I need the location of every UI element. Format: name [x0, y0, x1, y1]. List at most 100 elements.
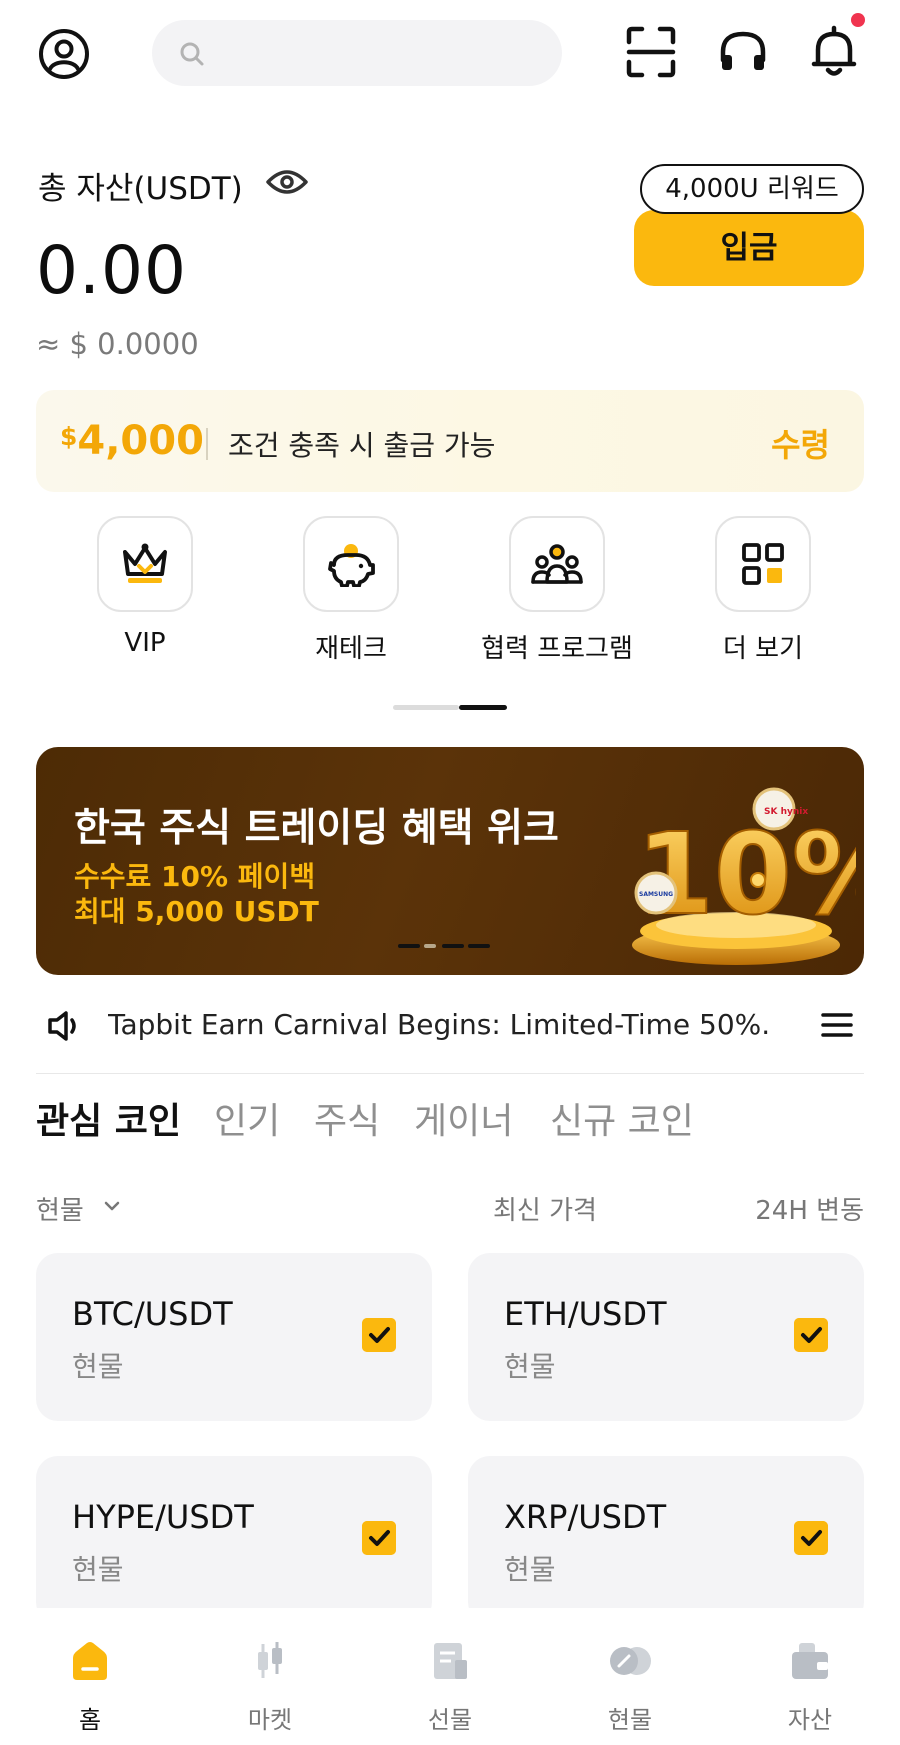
tab-stocks[interactable]: 주식 [314, 1092, 380, 1144]
deposit-button[interactable]: 입금 [634, 210, 864, 286]
withdraw-bonus-banner[interactable]: $4,000 조건 충족 시 출금 가능 수령 [36, 390, 864, 492]
scan-icon[interactable] [626, 26, 676, 78]
banner-dot [442, 944, 464, 948]
top-bar [0, 0, 900, 110]
divider [206, 428, 208, 460]
quick-action-icon-box [97, 516, 193, 612]
market-type-select[interactable]: 현물 [36, 1190, 84, 1227]
eye-icon[interactable] [266, 166, 308, 198]
home-icon [73, 1642, 107, 1680]
search-bar[interactable] [152, 20, 562, 86]
tab-new-coins[interactable]: 신규 코인 [550, 1092, 694, 1144]
banner-title: 한국 주식 트레이딩 혜택 위크 [74, 806, 559, 851]
coin-pair: ETH/USDT [504, 1295, 667, 1333]
headset-icon[interactable] [717, 26, 769, 78]
wallet-icon [792, 1643, 828, 1679]
banner-pager [398, 944, 508, 950]
checkbox-checked-icon[interactable] [794, 1521, 828, 1555]
tab-watchlist[interactable]: 관심 코인 [36, 1092, 181, 1144]
samsung-logo: SAMSUNG [639, 891, 673, 898]
nav-market[interactable]: 마켓 [210, 1638, 330, 1735]
nav-label: 홈 [78, 1706, 102, 1734]
checkbox-checked-icon[interactable] [362, 1318, 396, 1352]
nav-spot[interactable]: 현물 [570, 1638, 690, 1735]
ten-percent-trophy-illustration: 10% SK hynix SAMSUNG [632, 787, 856, 965]
menu-icon[interactable] [820, 1010, 854, 1040]
quick-action-partners[interactable]: 협력 프로그램 [477, 516, 637, 665]
coin-pair: HYPE/USDT [72, 1498, 254, 1536]
nav-label: 선물 [427, 1706, 473, 1734]
nav-label: 현물 [607, 1706, 653, 1734]
banner-subtitle: 최대 5,000 USDT [74, 895, 319, 928]
quick-action-more[interactable]: 더 보기 [683, 516, 843, 665]
quick-action-label: 재테크 [315, 634, 387, 664]
spot-icon [610, 1647, 651, 1675]
banner-art-text: 10% [636, 810, 856, 940]
banner-subtitle: 수수료 10% 페이백 [74, 860, 316, 893]
tab-popular[interactable]: 인기 [214, 1092, 280, 1144]
total-assets-fiat: ≈ $ 0.0000 [36, 327, 199, 361]
bonus-amount: $4,000 [60, 418, 204, 464]
reward-badge[interactable]: 4,000U 리워드 [640, 164, 864, 214]
checkbox-checked-icon[interactable] [794, 1318, 828, 1352]
coin-market-type: 현물 [72, 1350, 124, 1383]
crown-icon [123, 543, 167, 583]
nav-futures[interactable]: 선물 [390, 1638, 510, 1735]
pager-indicator-active [459, 705, 507, 710]
nav-assets[interactable]: 자산 [750, 1638, 870, 1735]
nav-home[interactable]: 홈 [30, 1638, 150, 1735]
coin-pair: BTC/USDT [72, 1295, 233, 1333]
piggy-bank-icon [328, 544, 375, 587]
sk-hynix-logo: SK hynix [764, 807, 808, 817]
coin-market-type: 현물 [504, 1553, 556, 1586]
total-assets-value: 0.00 [36, 232, 187, 309]
quick-action-label: 협력 프로그램 [481, 634, 633, 664]
quick-action-icon-box [303, 516, 399, 612]
quick-action-earn[interactable]: 재테크 [271, 516, 431, 665]
search-input[interactable] [216, 34, 546, 72]
quick-actions-pager [393, 705, 507, 711]
coin-card[interactable]: BTC/USDT 현물 [36, 1253, 432, 1421]
coin-pair: XRP/USDT [504, 1498, 667, 1536]
user-circle-icon[interactable] [38, 28, 90, 80]
bonus-currency: $ [60, 422, 78, 451]
search-icon [180, 42, 204, 66]
bonus-amount-value: 4,000 [77, 418, 204, 464]
quick-action-icon-box [509, 516, 605, 612]
grid-icon [742, 543, 784, 585]
bell-icon[interactable] [808, 24, 860, 80]
announcement-bar[interactable]: Tapbit Earn Carnival Begins: Limited-Tim… [36, 1000, 864, 1074]
coin-market-type: 현물 [504, 1350, 556, 1383]
change-24h-header: 24H 변동 [755, 1196, 864, 1226]
speaker-icon [48, 1011, 76, 1041]
quick-action-label: 더 보기 [722, 634, 804, 664]
latest-price-header: 최신 가격 [493, 1196, 597, 1226]
futures-icon [434, 1643, 467, 1679]
banner-dot-active [424, 944, 436, 948]
coin-market-type: 현물 [72, 1553, 124, 1586]
list-header: 현물 최신 가격 24H 변동 [36, 1190, 864, 1226]
tab-gainers[interactable]: 게이너 [414, 1092, 513, 1144]
coin-card[interactable]: XRP/USDT 현물 [468, 1456, 864, 1624]
nav-label: 자산 [787, 1706, 833, 1734]
bottom-navigation: 홈 마켓 선물 현물 자산 [0, 1608, 900, 1745]
chevron-down-icon[interactable] [102, 1196, 122, 1216]
coin-card[interactable]: ETH/USDT 현물 [468, 1253, 864, 1421]
promo-carousel-banner[interactable]: 한국 주식 트레이딩 혜택 위크 수수료 10% 페이백 최대 5,000 US… [36, 747, 864, 975]
candlestick-icon [258, 1642, 282, 1678]
partners-icon [531, 544, 583, 584]
checkbox-checked-icon[interactable] [362, 1521, 396, 1555]
quick-action-icon-box [715, 516, 811, 612]
banner-dot [468, 944, 490, 948]
claim-button[interactable]: 수령 [771, 420, 830, 466]
quick-action-vip[interactable]: VIP [65, 516, 225, 658]
coin-card[interactable]: HYPE/USDT 현물 [36, 1456, 432, 1624]
total-assets-label: 총 자산(USDT) [38, 171, 243, 207]
announcement-text: Tapbit Earn Carnival Begins: Limited-Tim… [108, 1008, 768, 1041]
notification-badge [851, 13, 865, 27]
banner-dot [398, 944, 420, 948]
nav-label: 마켓 [247, 1706, 293, 1734]
pager-indicator [393, 705, 459, 710]
quick-action-label: VIP [124, 628, 166, 658]
bonus-condition-text: 조건 충족 시 출금 가능 [228, 429, 496, 462]
